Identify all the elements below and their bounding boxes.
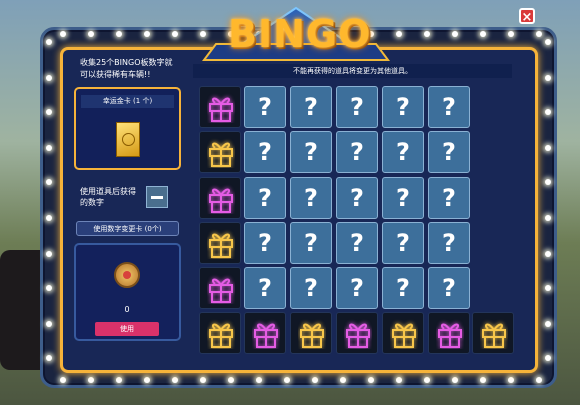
bingo-cell[interactable]: ?: [382, 177, 424, 219]
gift-icon: [199, 86, 241, 128]
question-mark: ?: [442, 274, 456, 302]
question-mark: ?: [442, 184, 456, 212]
gift-icon: [199, 222, 241, 264]
question-mark: ?: [304, 229, 318, 257]
bingo-cell[interactable]: ?: [382, 267, 424, 309]
bingo-cell[interactable]: ?: [428, 222, 470, 264]
notice-bar: 不能再获得的道具将变更为其他道具。: [193, 64, 512, 78]
question-mark: ?: [350, 138, 364, 166]
description-text: 收集25个BINGO板数字就可以获得稀有车辆!!: [80, 58, 173, 79]
question-mark: ?: [396, 93, 410, 121]
bingo-cell[interactable]: ?: [244, 131, 286, 173]
gift-icon: [199, 267, 241, 309]
bingo-cell[interactable]: ?: [290, 86, 332, 128]
question-mark: ?: [304, 93, 318, 121]
use-button[interactable]: 使用: [95, 322, 159, 336]
gift-icon: [382, 312, 424, 354]
gift-icon: [336, 312, 378, 354]
question-mark: ?: [350, 184, 364, 212]
question-mark: ?: [304, 138, 318, 166]
lucky-card-label: 幸运金卡 (1 个): [81, 95, 174, 108]
question-mark: ?: [442, 93, 456, 121]
gold-card-icon[interactable]: [116, 122, 140, 157]
gift-icon: [199, 131, 241, 173]
gift-icon: [428, 312, 470, 354]
question-mark: ?: [396, 274, 410, 302]
question-mark: ?: [442, 229, 456, 257]
change-number-card-button[interactable]: 使用数字变更卡 (0个): [76, 221, 179, 236]
use-item-label: 使用道具后获得的数字: [80, 187, 136, 207]
bingo-cell[interactable]: ?: [290, 131, 332, 173]
bingo-cell[interactable]: ?: [290, 222, 332, 264]
question-mark: ?: [442, 138, 456, 166]
close-button[interactable]: ×: [519, 8, 535, 25]
bingo-cell[interactable]: ?: [336, 222, 378, 264]
bingo-cell[interactable]: ?: [336, 86, 378, 128]
bingo-cell[interactable]: ?: [336, 267, 378, 309]
bingo-title: BINGO: [228, 12, 372, 56]
bingo-cell[interactable]: ?: [244, 86, 286, 128]
question-mark: ?: [258, 274, 272, 302]
bingo-cell[interactable]: ?: [382, 222, 424, 264]
bingo-cell[interactable]: ?: [428, 86, 470, 128]
bingo-cell[interactable]: ?: [428, 131, 470, 173]
gift-icon: [472, 312, 514, 354]
gift-icon: [290, 312, 332, 354]
question-mark: ?: [396, 229, 410, 257]
question-mark: ?: [304, 274, 318, 302]
bingo-cell[interactable]: ?: [382, 131, 424, 173]
gift-icon: [199, 312, 241, 354]
question-mark: ?: [396, 184, 410, 212]
bingo-cell[interactable]: ?: [244, 267, 286, 309]
bingo-cell[interactable]: ?: [244, 177, 286, 219]
bingo-cell[interactable]: ?: [290, 267, 332, 309]
bingo-cell[interactable]: ?: [382, 86, 424, 128]
item-count: 0: [124, 305, 130, 314]
question-mark: ?: [258, 138, 272, 166]
coin-token-icon: [114, 262, 140, 288]
question-mark: ?: [258, 229, 272, 257]
question-mark: ?: [350, 93, 364, 121]
question-mark: ?: [304, 184, 318, 212]
question-mark: ?: [258, 184, 272, 212]
question-mark: ?: [396, 138, 410, 166]
minus-button[interactable]: [146, 186, 168, 208]
close-icon: ×: [521, 10, 533, 25]
question-mark: ?: [258, 93, 272, 121]
bingo-cell[interactable]: ?: [428, 177, 470, 219]
question-mark: ?: [350, 229, 364, 257]
gift-icon: [244, 312, 286, 354]
bingo-cell[interactable]: ?: [244, 222, 286, 264]
bingo-cell[interactable]: ?: [290, 177, 332, 219]
bingo-cell[interactable]: ?: [336, 177, 378, 219]
question-mark: ?: [350, 274, 364, 302]
bingo-cell[interactable]: ?: [336, 131, 378, 173]
gift-icon: [199, 177, 241, 219]
bingo-cell[interactable]: ?: [428, 267, 470, 309]
